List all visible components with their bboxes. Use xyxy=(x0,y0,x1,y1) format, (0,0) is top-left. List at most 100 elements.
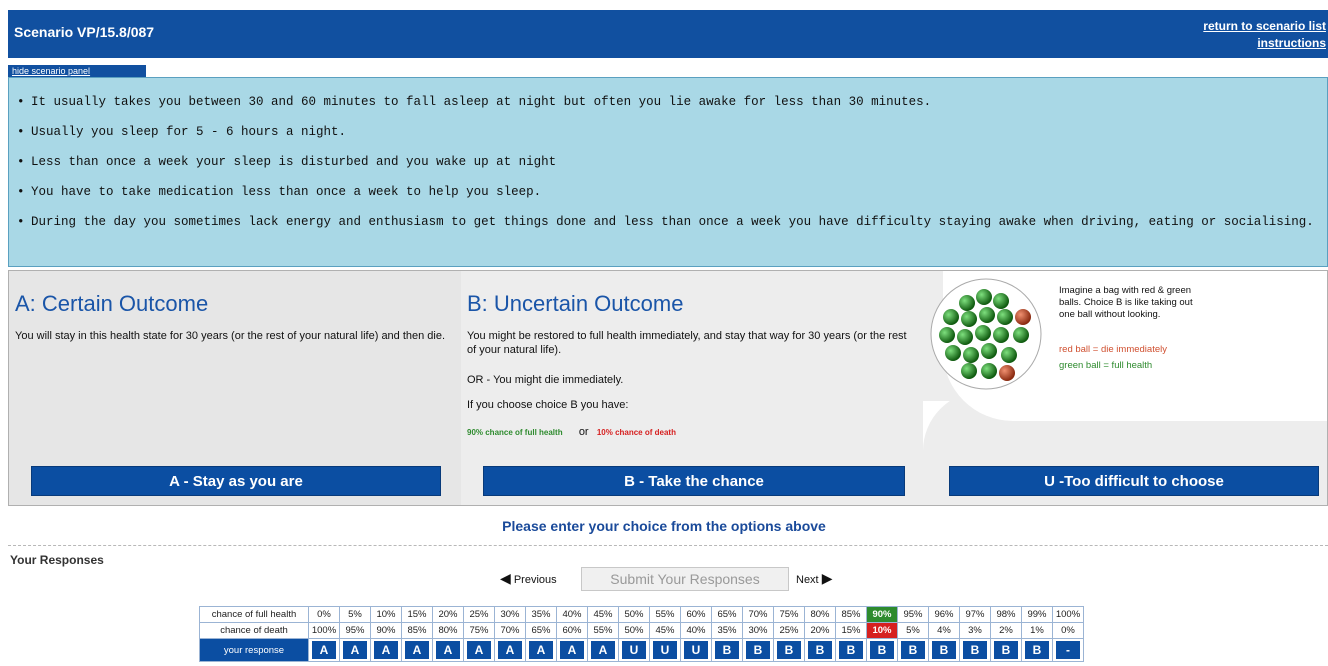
choice-b-title: B: Uncertain Outcome xyxy=(467,291,684,316)
response-button[interactable]: B xyxy=(715,641,739,659)
response-button[interactable]: A xyxy=(405,641,429,659)
next-link[interactable]: Next ▶ xyxy=(796,570,832,587)
response-button[interactable]: A xyxy=(436,641,460,659)
return-to-scenario-list-link[interactable]: return to scenario list xyxy=(1203,18,1326,35)
choice-a-panel: A: Certain Outcome You will stay in this… xyxy=(9,271,461,505)
response-button[interactable]: B xyxy=(932,641,956,659)
full-health-cell: 50% xyxy=(618,606,650,623)
response-button[interactable]: B xyxy=(870,641,894,659)
response-cell: A xyxy=(432,638,464,662)
death-cell: 50% xyxy=(618,622,650,639)
response-cell: A xyxy=(401,638,433,662)
response-button[interactable]: B xyxy=(839,641,863,659)
green-ball-legend: green ball = full health xyxy=(1059,360,1153,371)
death-cell: 35% xyxy=(711,622,743,639)
response-cell: - xyxy=(1052,638,1084,662)
bag-explanation: Imagine a bag with red & green balls. Ch… xyxy=(1059,285,1193,320)
response-cell: B xyxy=(990,638,1022,662)
response-cell: A xyxy=(370,638,402,662)
death-cell: 45% xyxy=(649,622,681,639)
response-button[interactable]: - xyxy=(1056,641,1080,659)
full-health-cell: 85% xyxy=(835,606,867,623)
scenario-item: • It usually takes you between 30 and 60 … xyxy=(17,95,932,109)
bullet-icon: • xyxy=(17,215,25,229)
response-button[interactable]: B xyxy=(777,641,801,659)
scenario-item: • Less than once a week your sleep is dis… xyxy=(17,155,557,169)
scenario-panel: • It usually takes you between 30 and 60 … xyxy=(8,77,1328,267)
previous-link[interactable]: ◀ Previous xyxy=(500,570,557,587)
stay-as-you-are-button[interactable]: A - Stay as you are xyxy=(31,466,441,496)
response-cell: U xyxy=(649,638,681,662)
ball-bag-icon xyxy=(930,278,1042,390)
response-cell: B xyxy=(804,638,836,662)
response-cell: A xyxy=(556,638,588,662)
response-cell: B xyxy=(835,638,867,662)
full-health-cell: 97% xyxy=(959,606,991,623)
response-button[interactable]: U xyxy=(653,641,677,659)
response-cell: B xyxy=(959,638,991,662)
full-health-cell: 10% xyxy=(370,606,402,623)
response-button[interactable]: A xyxy=(374,641,398,659)
full-health-cell: 55% xyxy=(649,606,681,623)
death-cell: 75% xyxy=(463,622,495,639)
death-cell: 60% xyxy=(556,622,588,639)
response-button[interactable]: A xyxy=(560,641,584,659)
full-health-cell: 60% xyxy=(680,606,712,623)
death-cell: 90% xyxy=(370,622,402,639)
too-difficult-button[interactable]: U -Too difficult to choose xyxy=(949,466,1319,496)
response-button[interactable]: U xyxy=(684,641,708,659)
response-cell: B xyxy=(1021,638,1053,662)
choice-b-or-text: OR - You might die immediately. xyxy=(467,374,624,386)
full-health-cell: 100% xyxy=(1052,606,1084,623)
response-button[interactable]: B xyxy=(994,641,1018,659)
response-button[interactable]: A xyxy=(467,641,491,659)
submit-responses-button[interactable]: Submit Your Responses xyxy=(581,567,789,591)
full-health-cell: 20% xyxy=(432,606,464,623)
response-button[interactable]: A xyxy=(591,641,615,659)
death-cell: 100% xyxy=(308,622,340,639)
full-health-cell: 65% xyxy=(711,606,743,623)
response-cell: U xyxy=(618,638,650,662)
bullet-icon: • xyxy=(17,125,25,139)
response-row: your response AAAAAAAAAAUUUBBBBBBBBBBB- xyxy=(199,638,1084,662)
response-button[interactable]: B xyxy=(901,641,925,659)
choice-a-title: A: Certain Outcome xyxy=(15,291,209,316)
choice-b-panel: B: Uncertain Outcome You might be restor… xyxy=(461,271,923,505)
response-button[interactable]: A xyxy=(312,641,336,659)
full-health-cell: 0% xyxy=(308,606,340,623)
death-cell: 10% xyxy=(866,622,898,639)
take-the-chance-button[interactable]: B - Take the chance xyxy=(483,466,905,496)
death-cell: 0% xyxy=(1052,622,1084,639)
your-responses-heading: Your Responses xyxy=(10,553,104,567)
instructions-link[interactable]: instructions xyxy=(1203,35,1326,52)
death-cell: 15% xyxy=(835,622,867,639)
death-cell: 80% xyxy=(432,622,464,639)
page-title: Scenario VP/15.8/087 xyxy=(14,24,155,40)
response-button[interactable]: A xyxy=(343,641,367,659)
choice-b-text: You might be restored to full health imm… xyxy=(467,330,907,356)
responses-table: chance of full health 0% 5% 10% 15% 20% 25% 30… xyxy=(199,606,1084,662)
response-button[interactable]: U xyxy=(622,641,646,659)
response-button[interactable]: A xyxy=(498,641,522,659)
hide-scenario-panel-link[interactable]: hide scenario panel xyxy=(8,65,146,77)
response-button[interactable]: B xyxy=(808,641,832,659)
divider xyxy=(8,545,1328,546)
death-cell: 20% xyxy=(804,622,836,639)
response-button[interactable]: B xyxy=(746,641,770,659)
full-health-cell: 98% xyxy=(990,606,1022,623)
death-cell: 4% xyxy=(928,622,960,639)
choice-area: A: Certain Outcome You will stay in this… xyxy=(8,270,1328,506)
death-chance: 10% chance of death xyxy=(596,428,676,437)
response-button[interactable]: B xyxy=(1025,641,1049,659)
arrow-right-icon: ▶ xyxy=(821,570,833,586)
red-ball-legend: red ball = die immediately xyxy=(1059,344,1167,355)
death-cell: 95% xyxy=(339,622,371,639)
response-cell: U xyxy=(680,638,712,662)
death-cell: 55% xyxy=(587,622,619,639)
response-cell: B xyxy=(742,638,774,662)
full-health-chance: 90% chance of full health xyxy=(467,428,563,437)
response-cell: A xyxy=(339,638,371,662)
response-cell: B xyxy=(773,638,805,662)
response-button[interactable]: A xyxy=(529,641,553,659)
response-button[interactable]: B xyxy=(963,641,987,659)
